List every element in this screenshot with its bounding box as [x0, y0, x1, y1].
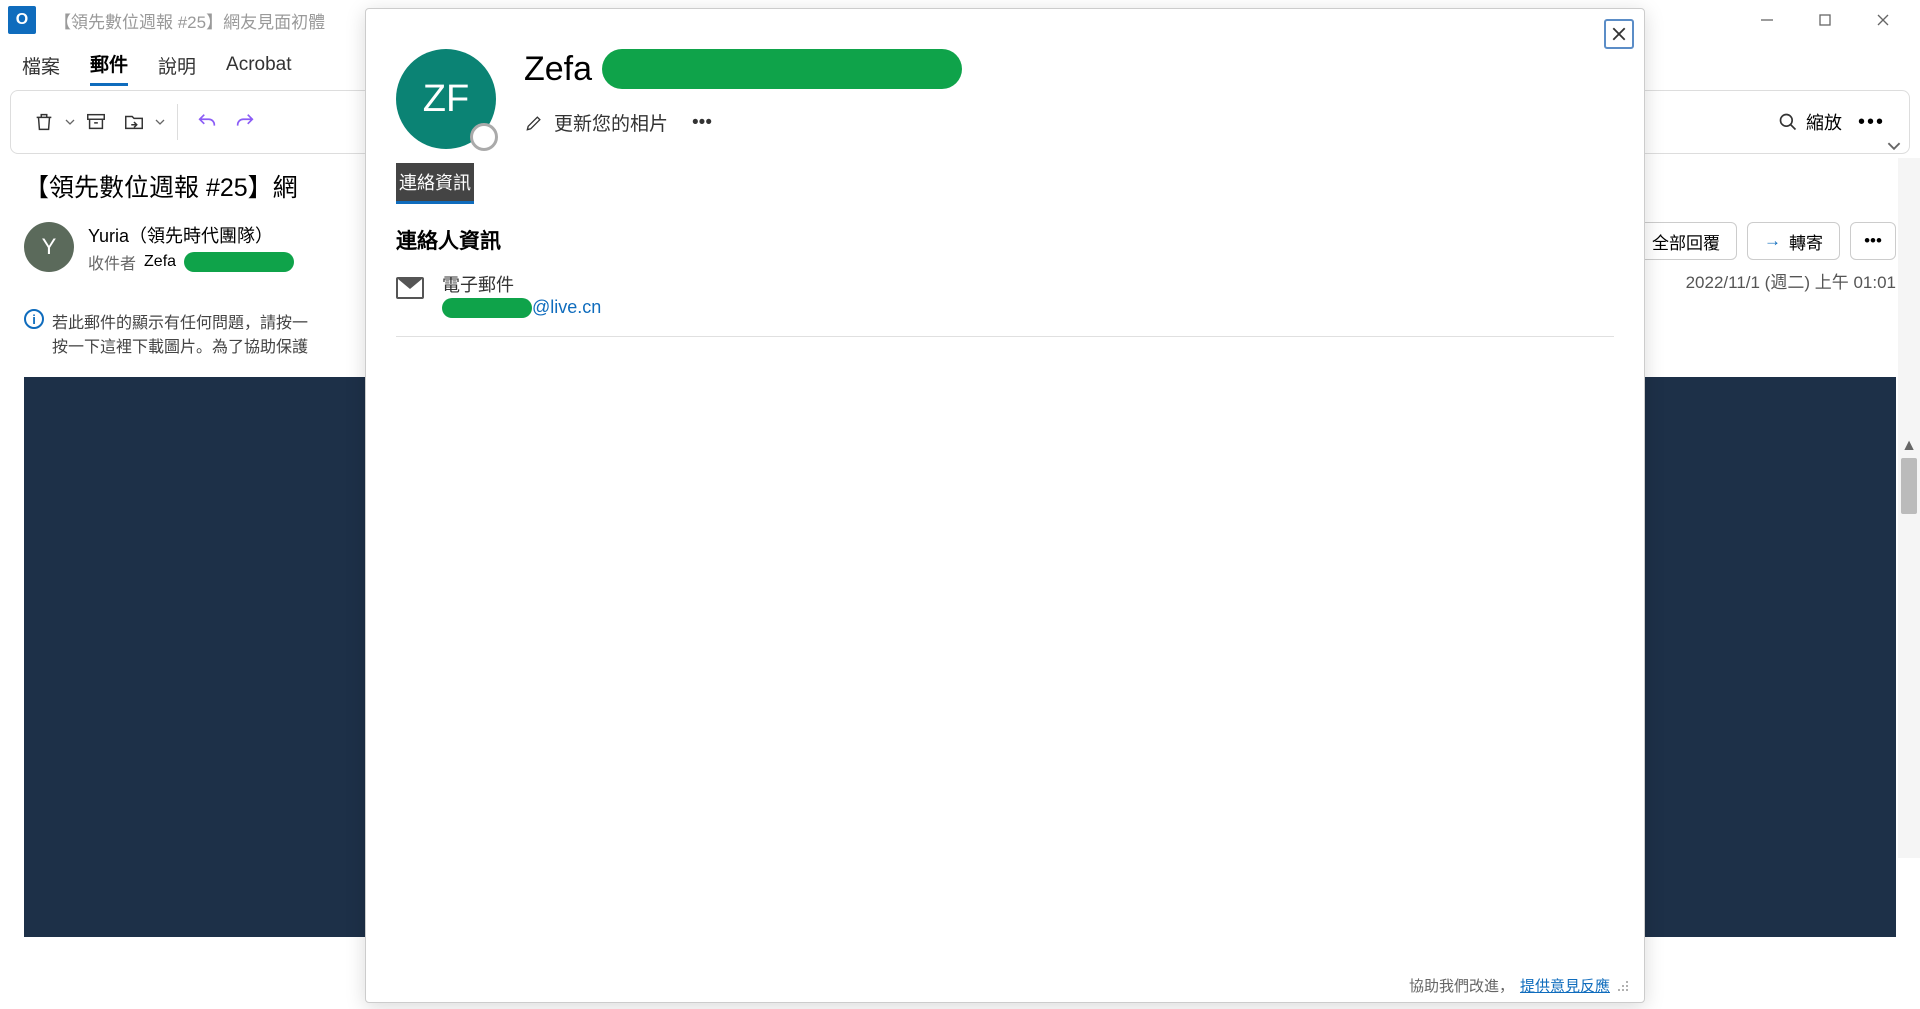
reply-all-label: 全部回覆 [1652, 229, 1720, 254]
email-domain: @live.cn [532, 297, 601, 318]
card-more-button[interactable]: ••• [692, 112, 712, 134]
undo-icon [196, 111, 218, 133]
close-icon [1876, 13, 1890, 27]
move-dropdown[interactable] [153, 103, 167, 141]
chevron-down-icon [155, 119, 165, 125]
info-icon: i [24, 309, 44, 329]
tab-file[interactable]: 檔案 [22, 46, 60, 85]
mail-icon [396, 277, 424, 299]
message-timestamp: 2022/11/1 (週二) 上午 01:01 [1609, 268, 1896, 293]
redo-button[interactable] [226, 103, 264, 141]
contact-card: ZF Zefa 更新您的相片 ••• 連絡資訊 連絡人資訊 [365, 8, 1645, 1003]
toolbar-more[interactable]: ••• [1848, 111, 1895, 134]
search-icon [1778, 112, 1798, 132]
recipient-name[interactable]: Zefa [144, 253, 176, 271]
more-icon: ••• [1864, 231, 1882, 251]
pencil-icon [524, 113, 544, 133]
redacted-email-local [442, 298, 532, 318]
minimize-button[interactable] [1738, 0, 1796, 40]
tab-contact-info[interactable]: 連絡資訊 [396, 163, 474, 204]
tab-help[interactable]: 說明 [158, 46, 196, 85]
scroll-up-icon[interactable]: ▲ [1901, 438, 1917, 454]
card-avatar-initials: ZF [423, 78, 469, 121]
card-header: ZF Zefa 更新您的相片 ••• [366, 9, 1644, 163]
footer-text: 協助我們改進， [1409, 975, 1514, 996]
chevron-down-icon [65, 119, 75, 125]
feedback-link[interactable]: 提供意見反應 [1520, 975, 1610, 996]
minimize-icon [1760, 13, 1774, 27]
delete-dropdown[interactable] [63, 103, 77, 141]
info-line-2: 按一下這裡下載圖片。為了協助保護 [52, 333, 308, 357]
archive-button[interactable] [77, 103, 115, 141]
sender-avatar[interactable]: Y [24, 222, 74, 272]
card-contact-name: Zefa [524, 50, 592, 89]
forward-label: 轉寄 [1789, 229, 1823, 254]
trash-icon [33, 111, 55, 133]
separator [177, 104, 178, 140]
redacted-name [602, 49, 962, 89]
contact-info-section: 連絡人資訊 電子郵件 @live.cn [366, 205, 1644, 357]
redo-icon [234, 111, 256, 133]
card-tabs: 連絡資訊 [366, 163, 1644, 205]
email-label: 電子郵件 [442, 271, 601, 297]
close-button[interactable] [1854, 0, 1912, 40]
recipient-label: 收件者 [88, 250, 136, 274]
redacted-recipient [184, 252, 294, 272]
zoom-button[interactable]: 縮放 [1778, 109, 1842, 135]
more-icon: ••• [692, 112, 712, 134]
update-photo-label: 更新您的相片 [554, 109, 668, 136]
outlook-icon: O [8, 6, 36, 34]
close-icon [1611, 26, 1627, 42]
move-icon [123, 111, 145, 133]
delete-button[interactable] [25, 103, 63, 141]
tab-acrobat[interactable]: Acrobat [226, 48, 291, 82]
forward-button[interactable]: → 轉寄 [1747, 222, 1840, 260]
card-footer: 協助我們改進， 提供意見反應 [1409, 975, 1630, 996]
maximize-icon [1818, 13, 1832, 27]
scroll-thumb[interactable] [1901, 458, 1917, 514]
card-avatar[interactable]: ZF [396, 49, 496, 149]
zoom-label: 縮放 [1806, 109, 1842, 135]
forward-icon: → [1764, 231, 1781, 251]
window-controls [1738, 0, 1912, 40]
section-title: 連絡人資訊 [396, 225, 1614, 255]
move-button[interactable] [115, 103, 153, 141]
undo-button[interactable] [188, 103, 226, 141]
update-photo-button[interactable]: 更新您的相片 [524, 109, 668, 136]
divider [396, 336, 1614, 337]
email-row: 電子郵件 @live.cn [396, 271, 1614, 318]
message-actions: ⤺ 全部回覆 → 轉寄 ••• [1609, 222, 1896, 260]
card-close-button[interactable] [1604, 19, 1634, 49]
archive-icon [85, 111, 107, 133]
message-more-button[interactable]: ••• [1850, 222, 1896, 260]
email-value[interactable]: @live.cn [442, 297, 601, 318]
window-title: 【領先數位週報 #25】網友見面初體 [54, 8, 325, 33]
maximize-button[interactable] [1796, 0, 1854, 40]
resize-grip-icon[interactable] [1616, 979, 1630, 993]
ribbon-collapse-icon[interactable] [1887, 141, 1901, 151]
info-line-1: 若此郵件的顯示有任何問題，請按一 [52, 309, 308, 333]
tab-mail[interactable]: 郵件 [90, 44, 128, 86]
presence-indicator [470, 123, 498, 151]
scrollbar[interactable]: ▲ [1898, 158, 1920, 858]
